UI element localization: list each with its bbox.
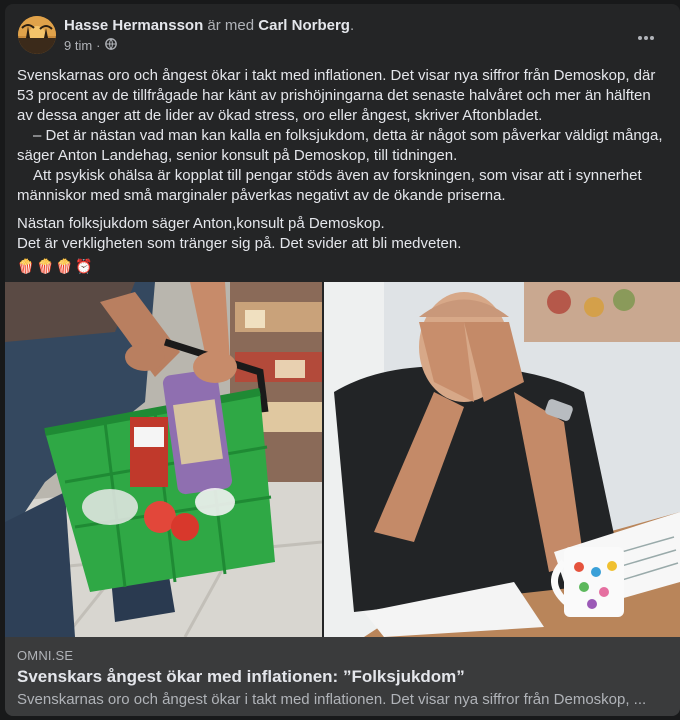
stressed-man-photo [324, 282, 680, 637]
meta-separator: · [96, 38, 101, 53]
post-paragraph: Nästan folksjukdom säger Anton,konsult p… [17, 215, 385, 232]
post-paragraph: – Det är nästan vad man kan kalla en fol… [17, 127, 663, 164]
tagged-suffix: . [349, 17, 355, 34]
post-paragraph: Det är verkligheten som tränger sig på. … [17, 235, 462, 252]
popcorn-emoji: 🍿 [17, 258, 35, 274]
shopping-basket-photo [5, 282, 322, 637]
post-paragraph: Svenskarnas oro och ångest ökar i takt m… [17, 67, 656, 124]
popcorn-emoji: 🍿 [55, 258, 74, 274]
link-title: Svenskars ångest ökar med inflationen: ”… [17, 667, 465, 686]
more-options-icon[interactable] [628, 20, 664, 56]
post-time[interactable]: 9 tim [64, 38, 92, 53]
popcorn-emoji: 🍿 [36, 258, 54, 274]
post-meta: 9 tim · [64, 38, 117, 53]
post-text: Svenskarnas oro och ångest ökar i takt m… [17, 66, 669, 276]
link-description: Svenskarnas oro och ångest ökar i takt m… [17, 691, 647, 708]
emoji-row: 🍿 🍿 🍿 ⏰ [17, 256, 669, 276]
link-preview-image[interactable] [5, 282, 680, 637]
tagged-name[interactable]: Carl Norberg [258, 17, 350, 34]
link-preview-card[interactable]: OMNI.SE Svenskars ångest ökar med inflat… [5, 637, 680, 716]
author-avatar[interactable] [18, 16, 56, 54]
alarm-clock-emoji: ⏰ [75, 258, 93, 274]
with-text: är med [207, 17, 255, 34]
post-header: Hasse Hermansson är med Carl Norberg. 9 … [5, 4, 680, 64]
author-name[interactable]: Hasse Hermansson [64, 17, 203, 34]
facebook-post: Hasse Hermansson är med Carl Norberg. 9 … [5, 4, 680, 716]
post-paragraph: Att psykisk ohälsa är kopplat till penga… [17, 167, 642, 204]
globe-icon[interactable] [104, 38, 117, 53]
post-author-line: Hasse Hermansson är med Carl Norberg. [64, 16, 354, 36]
link-domain: OMNI.SE [17, 648, 74, 663]
